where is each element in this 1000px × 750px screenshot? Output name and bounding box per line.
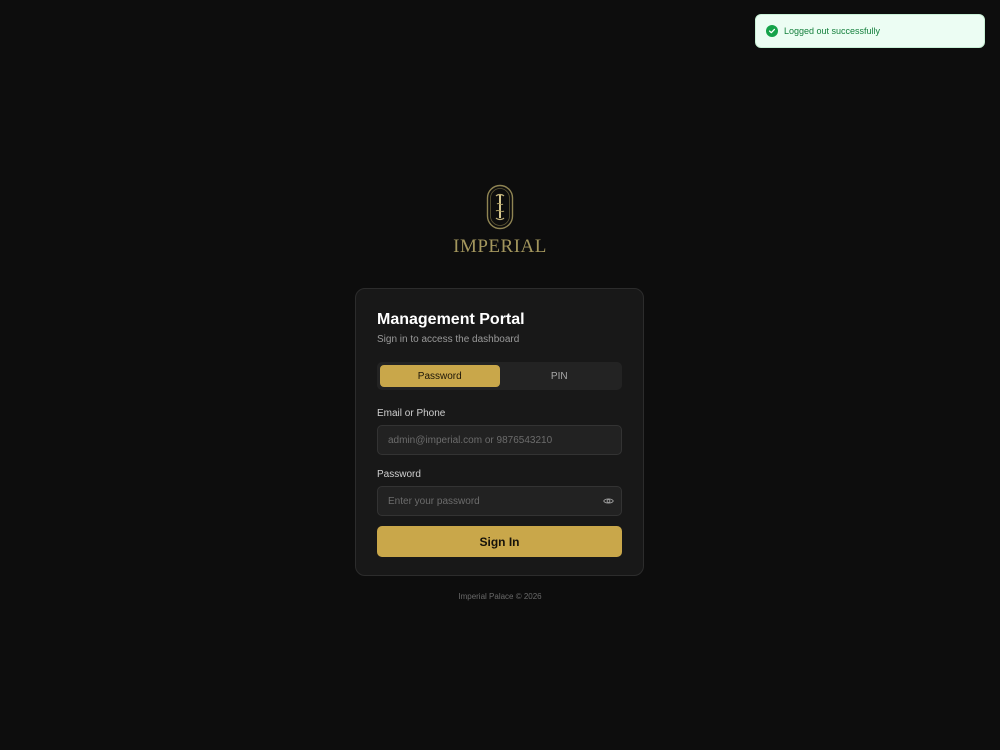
card-title: Management Portal [377, 311, 525, 328]
password-label: Password [377, 469, 421, 480]
toast-message: Logged out successfully [784, 26, 881, 36]
imperial-emblem-icon [486, 184, 514, 235]
email-label: Email or Phone [377, 408, 446, 419]
brand-logo: IMPERIAL [444, 184, 556, 257]
toast-notification: Logged out successfully [755, 14, 985, 48]
check-circle-icon [766, 25, 778, 37]
login-card: Management Portal Sign in to access the … [355, 288, 644, 576]
password-field-wrapper [377, 486, 622, 516]
auth-method-tabs: Password PIN [377, 362, 622, 390]
email-field[interactable] [388, 434, 611, 446]
eye-icon[interactable] [602, 496, 614, 506]
login-page: Logged out successfully IMPERIAL Managem… [0, 0, 1000, 750]
footer-copyright: Imperial Palace © 2026 [458, 592, 542, 601]
email-field-wrapper [377, 425, 622, 455]
tab-pin[interactable]: PIN [500, 365, 620, 387]
tab-password[interactable]: Password [380, 365, 500, 387]
card-subtitle: Sign in to access the dashboard [377, 334, 520, 345]
brand-wordmark: IMPERIAL [453, 236, 547, 257]
sign-in-button[interactable]: Sign In [377, 526, 622, 557]
password-field[interactable] [388, 495, 611, 507]
